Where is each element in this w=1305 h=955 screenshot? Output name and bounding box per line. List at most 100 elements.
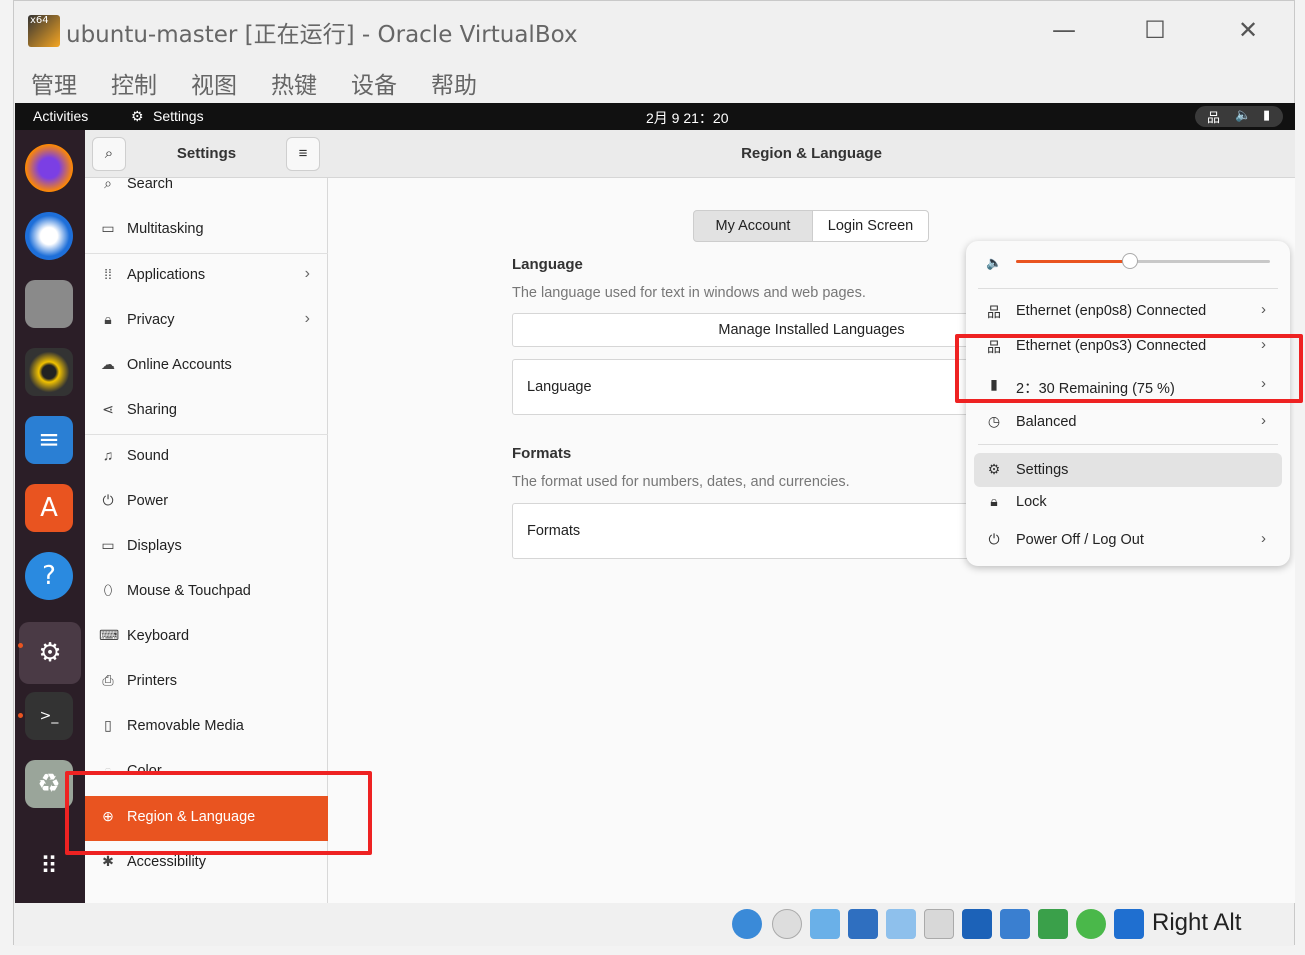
tab-login-screen[interactable]: Login Screen	[812, 210, 929, 242]
sidebar-item-mouse-touchpad[interactable]: ⬯ Mouse & Touchpad	[85, 570, 328, 615]
system-menu-popup: 🔈 品 Ethernet (enp0s8) Connected › 品 Etherne…	[966, 241, 1290, 566]
apps-icon: ⁞⁞	[104, 266, 112, 282]
sidebar-item-label: Displays	[127, 538, 182, 554]
menu-item-power-mode[interactable]: ◷ Balanced ›	[974, 405, 1282, 439]
menu-item-lock[interactable]: 🔒︎ Lock	[974, 495, 1282, 513]
network-icon: 品	[1207, 110, 1221, 125]
clock[interactable]: 2月 9 21：20	[646, 108, 729, 128]
volume-icon: 🔈	[1235, 107, 1252, 122]
title-bar: x64 ubuntu-master [正在运行] - Oracle Virtua…	[14, 1, 1294, 59]
firefox-icon[interactable]	[25, 144, 73, 192]
menu-bar: 管理 控制 视图 热键 设备 帮助	[14, 59, 1294, 103]
sidebar-item-sound[interactable]: ♫ Sound	[85, 435, 328, 480]
running-indicator	[18, 713, 23, 718]
mouse-integration-icon[interactable]	[1114, 909, 1144, 939]
terminal-icon[interactable]: >_	[25, 692, 73, 740]
sidebar-item-label: Sound	[127, 448, 169, 464]
guest-additions-icon[interactable]	[1038, 909, 1068, 939]
chevron-right-icon: ›	[304, 310, 310, 327]
close-button[interactable]: ✕	[1228, 13, 1268, 47]
volume-slider-fill	[1016, 260, 1131, 263]
running-indicator	[18, 643, 23, 648]
system-tray[interactable]: 品 🔈 ▮	[1195, 106, 1283, 127]
maximize-button[interactable]: ☐	[1135, 13, 1175, 47]
highlight-box-region-language	[65, 771, 372, 855]
help-icon[interactable]: ?	[25, 552, 73, 600]
menu-devices[interactable]: 设备	[351, 66, 397, 100]
menu-hotkeys[interactable]: 热键	[271, 66, 317, 100]
app-center-icon[interactable]: A	[25, 484, 73, 532]
cpu-icon[interactable]	[1076, 909, 1106, 939]
printer-icon: ⎙	[102, 672, 114, 688]
language-description: The language used for text in windows an…	[512, 285, 866, 301]
thunderbird-icon[interactable]	[25, 212, 73, 260]
rhythmbox-icon[interactable]	[25, 348, 73, 396]
sidebar-item-displays[interactable]: ▭ Displays	[85, 525, 328, 570]
shared-folders-icon[interactable]	[924, 909, 954, 939]
tab-my-account[interactable]: My Account	[693, 210, 813, 242]
multitasking-icon: ▭	[101, 220, 115, 236]
menu-item-settings[interactable]: ⚙ Settings	[974, 453, 1282, 487]
menu-help[interactable]: 帮助	[431, 66, 477, 100]
music-note-icon: ♫	[102, 447, 114, 463]
keyboard-icon: ⌨	[99, 627, 120, 643]
activities-button[interactable]: Activities	[33, 108, 88, 124]
search-icon: ⌕	[104, 178, 112, 191]
optical-drive-icon[interactable]	[772, 909, 802, 939]
battery-icon: ▮	[1263, 107, 1271, 122]
power-mode-icon: ◷	[987, 413, 1001, 429]
sidebar-item-label: Search	[127, 178, 173, 192]
hard-disk-icon[interactable]	[732, 909, 762, 939]
sidebar-item-multitasking[interactable]: ▭ Multitasking	[85, 208, 328, 253]
chevron-right-icon: ›	[1261, 412, 1266, 429]
removable-media-icon: ▯	[104, 717, 112, 733]
menu-view[interactable]: 视图	[191, 66, 237, 100]
menu-item-label: Balanced	[1016, 414, 1077, 430]
sidebar-item-removable-media[interactable]: ▯ Removable Media	[85, 705, 328, 750]
chevron-right-icon: ›	[1261, 301, 1266, 318]
menu-item-power-off[interactable]: ⏻ Power Off / Log Out ›	[974, 523, 1282, 557]
divider	[978, 288, 1278, 289]
menu-item-label: Lock	[1016, 495, 1047, 510]
video-capture-icon[interactable]	[1000, 909, 1030, 939]
display-icon[interactable]	[962, 909, 992, 939]
writer-icon[interactable]: ≡	[25, 416, 73, 464]
sidebar-item-printers[interactable]: ⎙ Printers	[85, 660, 328, 705]
sidebar-item-label: Printers	[127, 673, 177, 689]
highlight-box-settings	[955, 334, 1303, 403]
minimize-button[interactable]: —	[1044, 13, 1084, 47]
sidebar-item-applications[interactable]: ⁞⁞ Applications ›	[85, 254, 328, 299]
network-adapter-icon[interactable]	[848, 909, 878, 939]
gear-icon: ⚙	[131, 108, 144, 124]
app-menu-label[interactable]: Settings	[153, 108, 204, 124]
menu-manage[interactable]: 管理	[31, 66, 77, 100]
display-icon: ▭	[101, 537, 115, 553]
settings-app-icon[interactable]: ⚙	[19, 622, 81, 684]
sidebar-item-label: Online Accounts	[127, 357, 232, 373]
menu-item-ethernet-enp0s8[interactable]: 品 Ethernet (enp0s8) Connected ›	[974, 294, 1282, 328]
sidebar-item-label: Sharing	[127, 402, 177, 418]
language-row-label: Language	[527, 379, 592, 395]
sidebar-item-label: Removable Media	[127, 718, 244, 734]
sidebar-item-online-accounts[interactable]: ☁ Online Accounts	[85, 344, 328, 389]
menu-control[interactable]: 控制	[111, 66, 157, 100]
sidebar-item-power[interactable]: ⏻ Power	[85, 480, 328, 525]
page-title: Region & Language	[741, 145, 882, 162]
volume-slider[interactable]	[1016, 253, 1270, 269]
sidebar-item-keyboard[interactable]: ⌨ Keyboard	[85, 615, 328, 660]
files-icon[interactable]	[25, 280, 73, 328]
formats-description: The format used for numbers, dates, and …	[512, 474, 850, 490]
volume-slider-handle[interactable]	[1122, 253, 1139, 269]
power-icon: ⏻	[102, 492, 114, 508]
audio-icon[interactable]	[810, 909, 840, 939]
usb-icon[interactable]	[886, 909, 916, 939]
sidebar-item-sharing[interactable]: ⋖ Sharing	[85, 389, 328, 434]
menu-item-label: Ethernet (enp0s8) Connected	[1016, 303, 1207, 319]
hamburger-menu-button[interactable]: ≡	[286, 137, 320, 171]
gnome-top-bar: Activities ⚙ Settings 2月 9 21：20 品 🔈 ▮	[15, 103, 1295, 130]
sidebar-item-search[interactable]: ⌕ Search	[85, 178, 328, 208]
accessibility-icon: ✱	[102, 853, 114, 869]
sidebar-item-label: Privacy	[127, 312, 175, 328]
sidebar-item-privacy[interactable]: 🔒︎ Privacy ›	[85, 299, 328, 344]
host-key-label[interactable]: Right Alt	[1152, 909, 1241, 937]
